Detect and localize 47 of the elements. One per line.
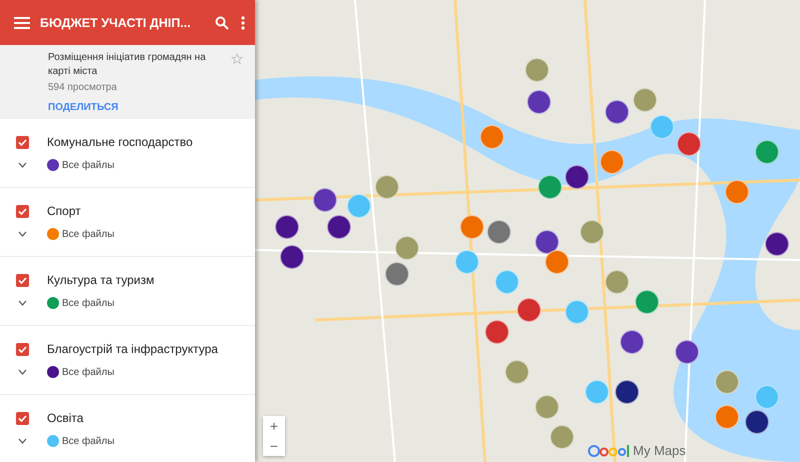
layer-files-label: Все файлы	[62, 160, 114, 170]
menu-button[interactable]	[12, 14, 32, 30]
expand-button[interactable]	[16, 300, 29, 306]
layer-checkbox[interactable]	[16, 412, 29, 424]
layer-files-label: Все файлы	[62, 228, 114, 240]
more-icon	[241, 16, 245, 30]
star-icon	[231, 53, 243, 65]
layer-name: Комунальне господарство	[47, 135, 193, 149]
search-button[interactable]	[213, 14, 231, 32]
view-count: 594 просмотра	[48, 82, 118, 93]
chevron-icon	[18, 300, 27, 306]
layer-name: Освіта	[47, 411, 84, 425]
expand-button[interactable]	[16, 231, 29, 237]
zoom-in-button[interactable]: +	[263, 416, 285, 436]
layer-checkbox[interactable]	[16, 274, 29, 286]
layer-checkbox[interactable]	[16, 136, 29, 148]
attribution-text: My Maps	[633, 443, 686, 458]
expand-button[interactable]	[16, 438, 29, 444]
layer-files-label: Все файлы	[62, 436, 114, 446]
layer-name: Спорт	[47, 204, 81, 218]
layer-checkbox[interactable]	[16, 342, 29, 356]
checkmark-icon	[18, 276, 27, 284]
checkmark-icon	[18, 208, 27, 214]
chevron-icon	[18, 438, 27, 444]
layer-name: Благоустрій та інфраструктура	[47, 342, 218, 356]
layer-name: Культура та туризм	[47, 273, 154, 287]
checkmark-icon	[18, 346, 27, 352]
chevron-icon	[18, 369, 27, 375]
search-icon	[215, 16, 229, 30]
map-area[interactable]: + − My Maps	[255, 0, 800, 462]
layer-files-label: Все файлы	[62, 366, 114, 378]
map-title: БЮДЖЕТ УЧАСТІ ДНІП...	[40, 16, 192, 30]
chevron-icon	[18, 162, 27, 168]
layer-files-label: Все файлы	[62, 298, 114, 308]
map-description: Розміщення ініціатив громадян на карті міста	[48, 51, 207, 79]
chevron-icon	[18, 231, 27, 237]
more-button[interactable]	[239, 14, 247, 32]
layer-checkbox[interactable]	[16, 204, 29, 218]
expand-button[interactable]	[16, 369, 29, 375]
zoom-out-button[interactable]: −	[263, 436, 285, 456]
checkmark-icon	[18, 138, 27, 146]
checkmark-icon	[18, 414, 27, 422]
expand-button[interactable]	[16, 162, 29, 168]
share-link[interactable]: ПОДЕЛИТЬСЯ	[48, 102, 225, 113]
menu-icon	[14, 16, 30, 28]
google-logo	[588, 444, 630, 458]
star-button[interactable]	[229, 51, 245, 67]
